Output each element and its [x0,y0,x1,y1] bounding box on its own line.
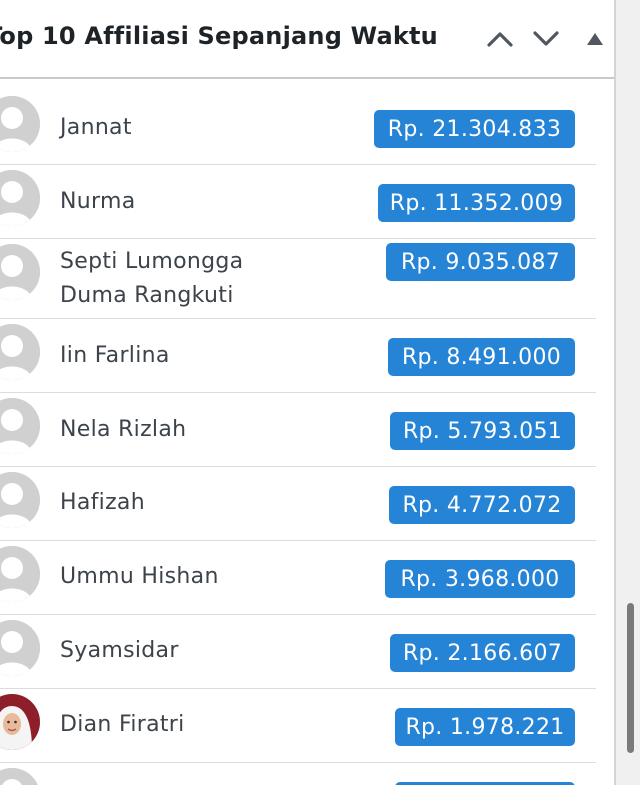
default-avatar-icon [0,398,40,454]
commission-amount-badge: Rp. 3.968.000 [385,560,575,598]
default-avatar-icon [0,324,40,380]
affiliate-row-partial [0,763,596,785]
triangle-up-icon [587,33,603,45]
default-avatar-icon [0,96,40,152]
commission-amount-badge: Rp. 11.352.009 [378,184,575,222]
affiliate-row: Dian Firatri Rp. 1.978.221 [0,689,596,763]
commission-amount-badge: Rp. 4.772.072 [389,486,575,524]
chevron-down-icon [533,31,559,46]
affiliate-row: Ummu Hishan Rp. 3.968.000 [0,541,596,615]
chevron-up-icon [487,32,513,47]
commission-amount-badge: Rp. 1.978.221 [395,708,575,746]
affiliate-name: Septi Lumongga Duma Rangkuti [60,249,244,308]
affiliate-name: Dian Firatri [60,712,185,737]
default-avatar-icon [0,472,40,528]
commission-amount-badge: Rp. 8.491.000 [388,338,575,376]
move-up-button[interactable] [483,22,517,56]
affiliate-row: Nela Rizlah Rp. 5.793.051 [0,393,596,467]
commission-amount-badge: Rp. 21.304.833 [374,110,575,148]
affiliate-list: Jannat Rp. 21.304.833 Nurma Rp. 11.352.009 S… [0,91,596,785]
commission-amount-badge: Rp. 2.166.607 [390,634,575,672]
affiliate-widget: Top 10 Affiliasi Sepanjang Waktu Jannat R… [0,0,616,785]
affiliate-name: Nurma [60,189,136,214]
affiliate-name: Hafizah [60,490,145,515]
affiliate-name: Iin Farlina [60,343,170,368]
default-avatar-icon [0,620,40,676]
default-avatar-icon [0,768,40,785]
commission-amount-badge: Rp. 9.035.087 [386,243,575,281]
affiliate-row: Nurma Rp. 11.352.009 [0,165,596,239]
default-avatar-icon [0,244,40,300]
affiliate-name: Nela Rizlah [60,417,187,442]
affiliate-row: Jannat Rp. 21.304.833 [0,91,596,165]
default-avatar-icon [0,170,40,226]
widget-title: Top 10 Affiliasi Sepanjang Waktu [0,22,438,50]
toggle-panel-button[interactable] [578,22,612,56]
affiliate-row: Syamsidar Rp. 2.166.607 [0,615,596,689]
default-avatar-icon [0,546,40,602]
affiliate-name: Jannat [60,115,132,140]
widget-header: Top 10 Affiliasi Sepanjang Waktu [0,0,614,79]
scrollbar-thumb[interactable] [627,603,634,753]
avatar-photo [0,694,40,750]
move-down-button[interactable] [529,22,563,56]
affiliate-name: Syamsidar [60,638,179,663]
affiliate-row: Septi Lumongga Duma Rangkuti Rp. 9.035.08… [0,239,596,319]
commission-amount-badge: Rp. 5.793.051 [390,412,575,450]
affiliate-row: Iin Farlina Rp. 8.491.000 [0,319,596,393]
affiliate-name: Ummu Hishan [60,564,219,589]
affiliate-row: Hafizah Rp. 4.772.072 [0,467,596,541]
